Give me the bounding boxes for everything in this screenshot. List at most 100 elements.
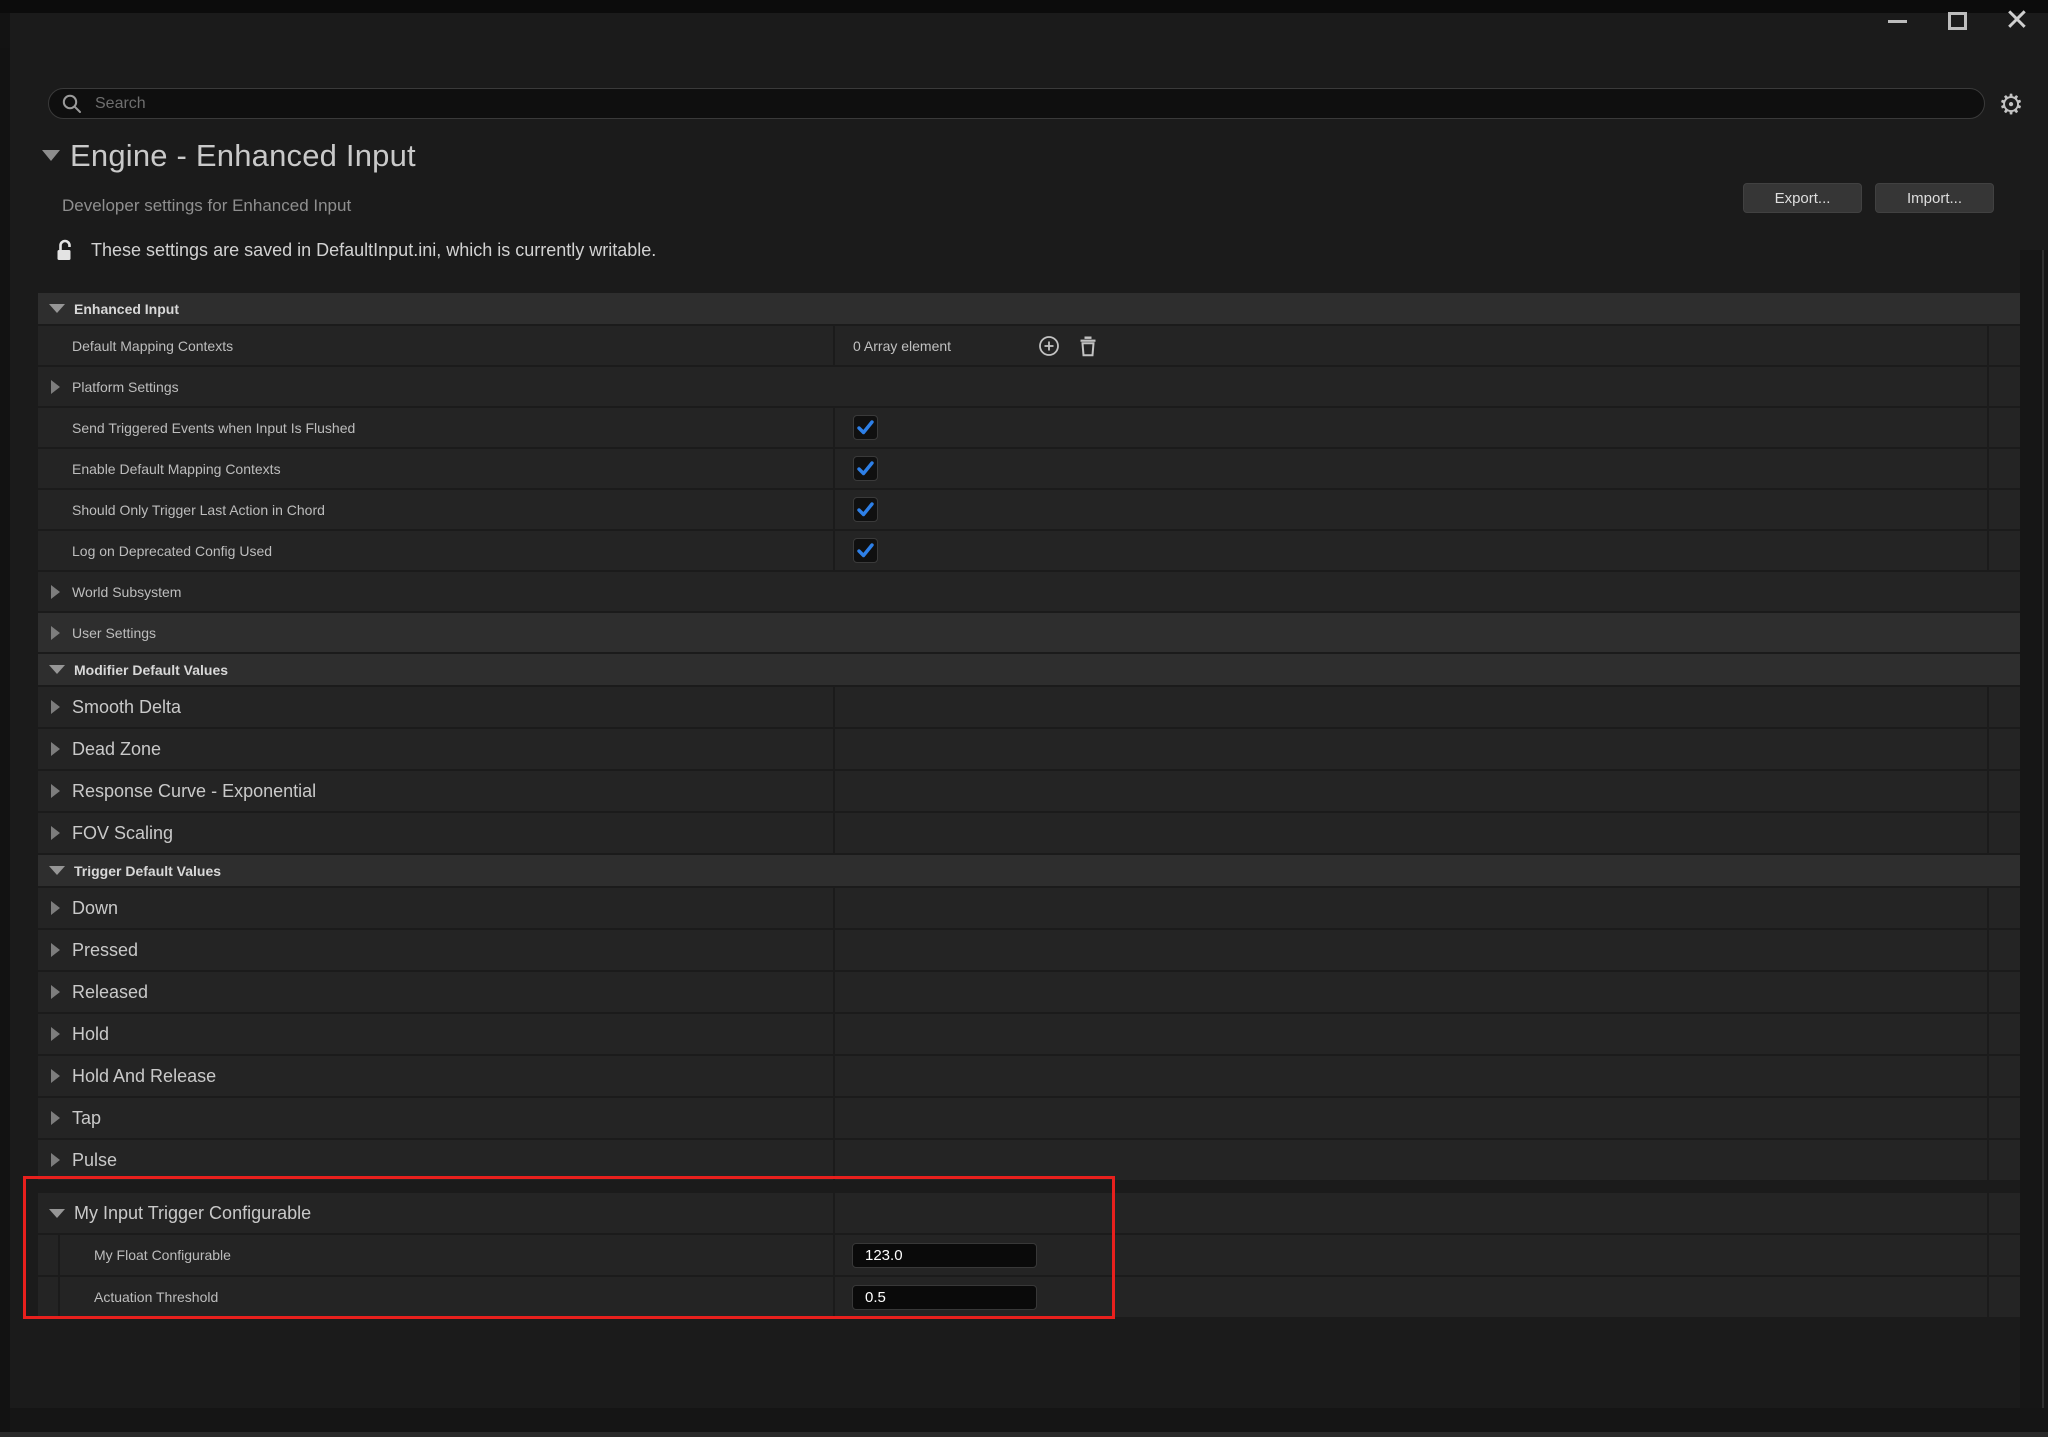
expandable-struct-row[interactable]: Pulse	[38, 1140, 2020, 1180]
row-label: Pulse	[72, 1150, 117, 1171]
checkbox[interactable]	[853, 497, 878, 522]
reset-to-default-cell	[1989, 1140, 2020, 1180]
reset-to-default-cell	[1989, 888, 2020, 928]
expandable-struct-row[interactable]: Down	[38, 888, 2020, 928]
collapsed-caret-icon[interactable]	[51, 1153, 60, 1167]
expandable-settings-row[interactable]: World Subsystem	[38, 572, 2020, 611]
checkbox[interactable]	[853, 456, 878, 481]
search-input[interactable]	[93, 94, 1847, 114]
reset-to-default-cell	[1989, 408, 2020, 447]
reset-to-default-cell	[1989, 1277, 2020, 1317]
expandable-struct-row[interactable]: Hold And Release	[38, 1056, 2020, 1096]
expandable-struct-row[interactable]: Dead Zone	[38, 729, 2020, 769]
close-icon: ✕	[2004, 8, 2029, 34]
export-button[interactable]: Export...	[1743, 183, 1862, 213]
settings-row[interactable]: Enable Default Mapping Contexts	[38, 449, 2020, 488]
reset-to-default-cell	[1989, 1098, 2020, 1138]
reset-to-default-cell	[1989, 449, 2020, 488]
vertical-scrollbar[interactable]	[2042, 250, 2044, 1410]
window-controls: ✕	[1884, 6, 2030, 36]
row-label: Tap	[72, 1108, 101, 1129]
row-value-cell	[835, 1235, 1987, 1275]
close-button[interactable]: ✕	[2004, 8, 2030, 34]
import-button[interactable]: Import...	[1875, 183, 1994, 213]
panel-left-edge	[0, 48, 10, 1437]
category-header-row[interactable]: Modifier Default Values	[38, 654, 2020, 685]
check-icon	[857, 502, 874, 517]
minimize-button[interactable]	[1884, 8, 1910, 34]
category-header-row[interactable]: Enhanced Input	[38, 293, 2020, 324]
reset-to-default-cell	[1989, 1235, 2020, 1275]
collapsed-caret-icon[interactable]	[51, 901, 60, 915]
maximize-button[interactable]	[1944, 8, 1970, 34]
collapsed-caret-icon[interactable]	[51, 784, 60, 798]
section-collapse-caret-icon[interactable]	[42, 150, 60, 161]
row-value-cell	[835, 687, 1987, 727]
expandable-struct-row[interactable]: Tap	[38, 1098, 2020, 1138]
settings-table: Enhanced Input Default Mapping Contexts0 …	[38, 293, 2020, 1319]
collapsed-caret-icon[interactable]	[51, 585, 60, 599]
checkbox[interactable]	[853, 415, 878, 440]
row-label: Actuation Threshold	[94, 1289, 218, 1305]
settings-row[interactable]: Log on Deprecated Config Used	[38, 531, 2020, 570]
row-value-cell	[835, 1193, 1987, 1233]
checkbox[interactable]	[853, 538, 878, 563]
settings-row[interactable]: Should Only Trigger Last Action in Chord	[38, 490, 2020, 529]
unlocked-padlock-icon	[55, 238, 77, 262]
check-icon	[857, 461, 874, 476]
category-header-row[interactable]: Trigger Default Values	[38, 855, 2020, 886]
numeric-value-input[interactable]	[852, 1243, 1037, 1268]
reset-to-default-cell	[1989, 729, 2020, 769]
search-bar[interactable]	[48, 88, 1985, 119]
collapsed-caret-icon[interactable]	[51, 742, 60, 756]
child-settings-row[interactable]: My Float Configurable	[38, 1235, 2020, 1275]
row-label: Default Mapping Contexts	[72, 338, 233, 354]
expandable-settings-row[interactable]: User Settings	[38, 613, 2020, 652]
row-value-cell	[835, 930, 1987, 970]
collapsed-caret-icon[interactable]	[51, 826, 60, 840]
row-label: Enhanced Input	[74, 301, 179, 317]
expanded-caret-icon[interactable]	[49, 1209, 65, 1218]
reset-to-default-cell	[1989, 367, 2020, 406]
expandable-struct-row[interactable]: Released	[38, 972, 2020, 1012]
numeric-value-input[interactable]	[852, 1285, 1037, 1310]
expanded-caret-icon[interactable]	[49, 665, 65, 674]
row-value-cell	[835, 531, 1987, 570]
collapsed-caret-icon[interactable]	[51, 380, 60, 394]
reset-to-default-cell	[1989, 687, 2020, 727]
expanded-caret-icon[interactable]	[49, 304, 65, 313]
settings-row[interactable]: Default Mapping Contexts0 Array element	[38, 326, 2020, 365]
settings-row[interactable]: Send Triggered Events when Input Is Flus…	[38, 408, 2020, 447]
collapsed-caret-icon[interactable]	[51, 985, 60, 999]
expandable-settings-row[interactable]: Platform Settings	[38, 367, 2020, 406]
row-label: Send Triggered Events when Input Is Flus…	[72, 420, 355, 436]
reset-to-default-cell	[1989, 1193, 2020, 1233]
collapsed-caret-icon[interactable]	[51, 943, 60, 957]
expanded-caret-icon[interactable]	[49, 866, 65, 875]
expandable-struct-row[interactable]: Smooth Delta	[38, 687, 2020, 727]
add-array-element-button[interactable]	[1038, 335, 1060, 357]
row-label: User Settings	[72, 625, 156, 641]
expandable-struct-row[interactable]: My Input Trigger Configurable	[38, 1193, 2020, 1233]
config-file-note-row: These settings are saved in DefaultInput…	[55, 238, 656, 262]
collapsed-caret-icon[interactable]	[51, 1027, 60, 1041]
row-value-cell	[835, 408, 1987, 447]
indent-gutter	[38, 1235, 58, 1275]
settings-gear-button[interactable]: ⚙	[1994, 88, 2028, 122]
expandable-struct-row[interactable]: FOV Scaling	[38, 813, 2020, 853]
reset-to-default-cell	[1989, 326, 2020, 365]
expandable-struct-row[interactable]: Pressed	[38, 930, 2020, 970]
child-settings-row[interactable]: Actuation Threshold	[38, 1277, 2020, 1317]
collapsed-caret-icon[interactable]	[51, 1111, 60, 1125]
collapsed-caret-icon[interactable]	[51, 700, 60, 714]
expandable-struct-row[interactable]: Response Curve - Exponential	[38, 771, 2020, 811]
collapsed-caret-icon[interactable]	[51, 626, 60, 640]
expandable-struct-row[interactable]: Hold	[38, 1014, 2020, 1054]
row-value-cell	[835, 1277, 1987, 1317]
row-label: Modifier Default Values	[74, 662, 228, 678]
clear-array-button[interactable]	[1078, 335, 1098, 357]
row-label: My Float Configurable	[94, 1247, 231, 1263]
row-label: Smooth Delta	[72, 697, 181, 718]
reset-to-default-cell	[1989, 972, 2020, 1012]
collapsed-caret-icon[interactable]	[51, 1069, 60, 1083]
